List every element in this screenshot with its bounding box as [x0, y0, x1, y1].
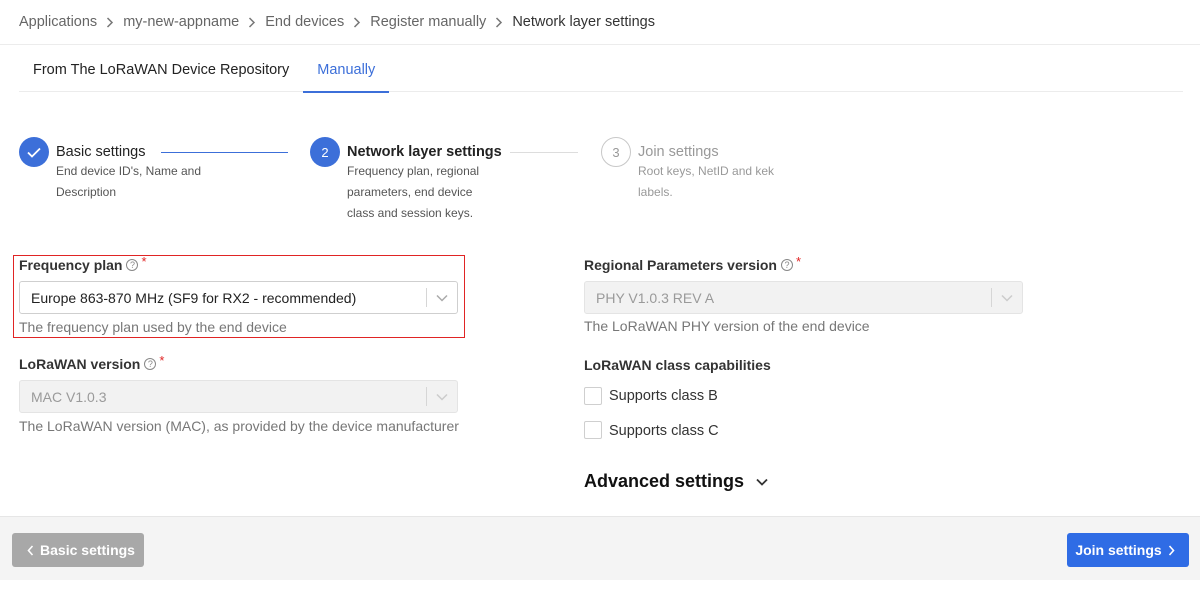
- chevron-right-icon: [239, 15, 265, 30]
- frequency-plan-value: Europe 863-870 MHz (SF9 for RX2 - recomm…: [31, 289, 357, 306]
- step-3-desc-line: labels.: [638, 185, 673, 199]
- chevron-down-icon: [991, 288, 1022, 307]
- step-3-desc-line: Root keys, NetID and kek: [638, 164, 775, 178]
- step-3-desc: Root keys, NetID and kek labels.: [638, 161, 774, 203]
- step-2-desc-line: class and session keys.: [347, 206, 474, 220]
- step-1-desc-line: End device ID's, Name and: [56, 164, 202, 178]
- regional-params-select: PHY V1.0.3 REV A: [584, 281, 1023, 314]
- class-capabilities-label: LoRaWAN class capabilities: [584, 357, 771, 373]
- help-icon[interactable]: ?: [144, 358, 157, 370]
- breadcrumb-app[interactable]: my-new-appname: [123, 14, 239, 30]
- required-marker: *: [795, 253, 802, 269]
- regional-params-value: PHY V1.0.3 REV A: [596, 289, 715, 306]
- class-b-label[interactable]: Supports class B: [609, 388, 718, 404]
- step-2-title: Network layer settings: [347, 144, 502, 160]
- step-connector-1: [161, 152, 288, 153]
- required-marker: *: [141, 253, 147, 269]
- lorawan-version-hint: The LoRaWAN version (MAC), as provided b…: [19, 418, 459, 434]
- chevron-right-icon: [344, 15, 370, 30]
- footer-bar: Basic settings Join settings: [0, 516, 1200, 580]
- registration-tabs: From The LoRaWAN Device Repository Manua…: [19, 46, 1183, 93]
- breadcrumb-current: Network layer settings: [512, 14, 655, 30]
- next-button[interactable]: Join settings: [1067, 533, 1189, 567]
- lorawan-version-label-text: LoRaWAN version: [19, 356, 141, 372]
- class-c-checkbox[interactable]: [584, 421, 602, 439]
- breadcrumb: Applications my-new-appname End devices …: [0, 0, 1200, 45]
- regional-params-hint: The LoRaWAN PHY version of the end devic…: [584, 318, 870, 334]
- back-button-label: Basic settings: [40, 542, 135, 558]
- step-1-desc-line: Description: [56, 185, 117, 199]
- step-2-desc-line: Frequency plan, regional: [347, 164, 480, 178]
- step-3-title: Join settings: [638, 144, 719, 160]
- chevron-right-icon: [1168, 544, 1175, 556]
- chevron-down-icon: [756, 478, 768, 486]
- frequency-plan-hint: The frequency plan used by the end devic…: [19, 319, 287, 335]
- step-2-number: 2: [310, 137, 340, 167]
- back-button[interactable]: Basic settings: [12, 533, 144, 567]
- breadcrumb-register-manually[interactable]: Register manually: [370, 14, 486, 30]
- frequency-plan-label: Frequency plan ? *: [19, 253, 147, 274]
- breadcrumb-applications[interactable]: Applications: [19, 14, 97, 30]
- advanced-settings-label: Advanced settings: [584, 471, 745, 491]
- tab-device-repository[interactable]: From The LoRaWAN Device Repository: [19, 46, 303, 92]
- tab-manually[interactable]: Manually: [303, 46, 390, 93]
- step-1-check-icon: [19, 137, 49, 167]
- step-connector-2: [510, 152, 578, 153]
- help-icon[interactable]: ?: [780, 259, 793, 271]
- lorawan-version-label: LoRaWAN version ? *: [19, 352, 165, 373]
- class-c-label[interactable]: Supports class C: [609, 423, 719, 439]
- help-icon[interactable]: ?: [126, 259, 139, 271]
- breadcrumb-end-devices[interactable]: End devices: [265, 14, 344, 30]
- chevron-down-icon[interactable]: [426, 288, 457, 307]
- step-2-desc: Frequency plan, regional parameters, end…: [347, 161, 479, 224]
- step-2-desc-line: parameters, end device: [347, 185, 473, 199]
- advanced-settings-toggle[interactable]: Advanced settings: [584, 471, 768, 492]
- step-1-desc: End device ID's, Name and Description: [56, 161, 201, 203]
- lorawan-version-select: MAC V1.0.3: [19, 380, 458, 413]
- frequency-plan-select[interactable]: Europe 863-870 MHz (SF9 for RX2 - recomm…: [19, 281, 458, 314]
- next-button-label: Join settings: [1075, 542, 1162, 558]
- frequency-plan-label-text: Frequency plan: [19, 257, 123, 273]
- step-3-number: 3: [601, 137, 631, 167]
- chevron-down-icon: [426, 387, 457, 406]
- required-marker: *: [159, 352, 165, 368]
- chevron-right-icon: [97, 15, 123, 30]
- regional-params-label-text: Regional Parameters version: [584, 257, 777, 273]
- class-capabilities-label-text: LoRaWAN class capabilities: [584, 357, 771, 373]
- regional-params-label: Regional Parameters version ? *: [584, 253, 802, 274]
- chevron-left-icon: [27, 544, 34, 556]
- step-1-title: Basic settings: [56, 144, 146, 160]
- class-b-checkbox[interactable]: [584, 387, 602, 405]
- lorawan-version-value: MAC V1.0.3: [31, 388, 107, 405]
- chevron-right-icon: [486, 15, 512, 30]
